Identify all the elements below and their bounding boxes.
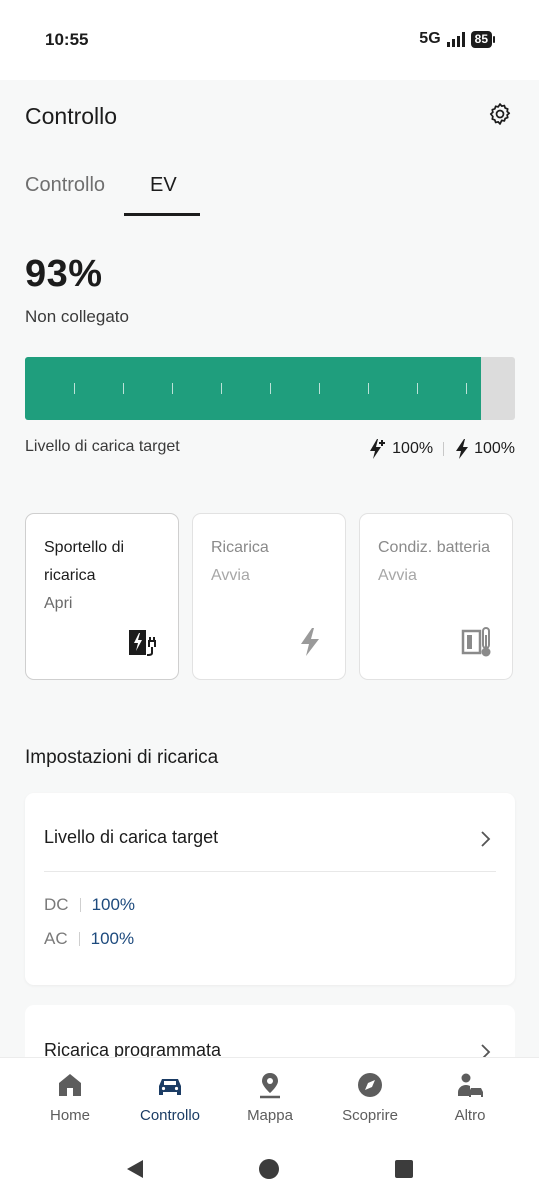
target-level-label: Livello di carica target [25, 438, 180, 455]
bar-tick [123, 383, 124, 394]
map-pin-icon [260, 1073, 280, 1099]
lightning-icon [456, 439, 469, 459]
gear-icon[interactable] [487, 101, 513, 127]
nav-scoprire[interactable]: Scoprire [320, 1070, 420, 1124]
action-cards: Sportello di ricarica Apri Ricarica Avvi… [25, 513, 515, 680]
ac-value: 100% [90, 929, 135, 948]
recents-icon[interactable] [394, 1158, 414, 1180]
user-car-icon [458, 1073, 483, 1097]
fast-charge-icon [370, 439, 386, 459]
status-bar: 10:55 5G 85 [0, 0, 539, 80]
target-level-row: Livello di carica target 100% 100% [25, 438, 515, 459]
bar-tick [172, 383, 173, 394]
target-level-panel[interactable]: Livello di carica target DC 100% AC 100% [25, 793, 515, 985]
nav-label: Altro [454, 1107, 486, 1124]
card-title: Condiz. batteria [378, 539, 491, 556]
active-tab-indicator [124, 213, 200, 216]
ac-label: AC [44, 929, 68, 948]
nav-home[interactable]: Home [20, 1070, 120, 1124]
charging-card[interactable]: Ricarica Avvia [192, 513, 346, 680]
card-title: Sportello di ricarica [44, 539, 125, 584]
status-time: 10:55 [45, 30, 89, 49]
plug-status: Non collegato [25, 307, 129, 326]
card-subtitle: Apri [44, 595, 73, 612]
status-indicators: 5G 85 [419, 30, 495, 48]
nav-mappa[interactable]: Mappa [220, 1070, 320, 1124]
divider [78, 932, 80, 946]
divider [44, 871, 496, 872]
card-subtitle: Avvia [378, 567, 417, 584]
dc-value: 100% [91, 895, 136, 914]
bar-tick [74, 383, 75, 394]
ac-target-row: AC 100% [44, 929, 134, 949]
tab-bar: Controllo EV [25, 174, 225, 218]
bar-tick [368, 383, 369, 394]
charging-port-icon [129, 630, 156, 656]
section-title: Impostazioni di ricarica [25, 747, 219, 768]
charge-percentage: 93% [25, 253, 103, 295]
card-subtitle: Avvia [211, 567, 250, 584]
divider [79, 898, 81, 912]
nav-altro[interactable]: Altro [420, 1070, 520, 1124]
tab-ev[interactable]: EV [150, 174, 177, 197]
dc-target-row: DC 100% [44, 895, 135, 915]
nav-label: Scoprire [342, 1107, 398, 1124]
nav-label: Controllo [139, 1107, 201, 1124]
battery-level: 85 [470, 30, 492, 48]
page-title: Controllo [25, 103, 118, 129]
bar-tick [319, 383, 320, 394]
charging-port-card[interactable]: Sportello di ricarica Apri [25, 513, 179, 680]
system-navigation [0, 1150, 539, 1190]
panel-title: Livello di carica target [44, 827, 219, 847]
battery-conditioning-card[interactable]: Condiz. batteria Avvia [359, 513, 513, 680]
back-icon[interactable] [124, 1158, 146, 1180]
nav-controllo[interactable]: Controllo [120, 1070, 220, 1124]
card-title: Ricarica [211, 539, 269, 556]
battery-thermometer-icon [461, 627, 491, 657]
charge-level-bar [25, 357, 515, 420]
dc-label: DC [44, 895, 69, 914]
nav-label: Home [49, 1107, 90, 1124]
network-type: 5G [419, 30, 441, 47]
divider [443, 442, 445, 456]
bar-tick [417, 383, 418, 394]
car-icon [159, 1079, 181, 1095]
tab-controllo[interactable]: Controllo [25, 174, 105, 197]
bar-tick [270, 383, 271, 394]
home-icon [59, 1074, 81, 1096]
dc-target-value: 100% [392, 440, 434, 457]
chevron-right-icon [481, 831, 491, 847]
ac-target-value: 100% [474, 440, 515, 457]
nav-label: Mappa [247, 1107, 293, 1124]
charge-level-fill [25, 357, 481, 420]
lightning-icon [301, 628, 319, 656]
bar-tick [221, 383, 222, 394]
target-values: 100% 100% [368, 438, 515, 460]
signal-icon [446, 31, 465, 47]
battery-icon [493, 35, 495, 43]
home-circle-icon[interactable] [258, 1158, 280, 1180]
compass-icon [358, 1073, 382, 1097]
bar-tick [466, 383, 467, 394]
